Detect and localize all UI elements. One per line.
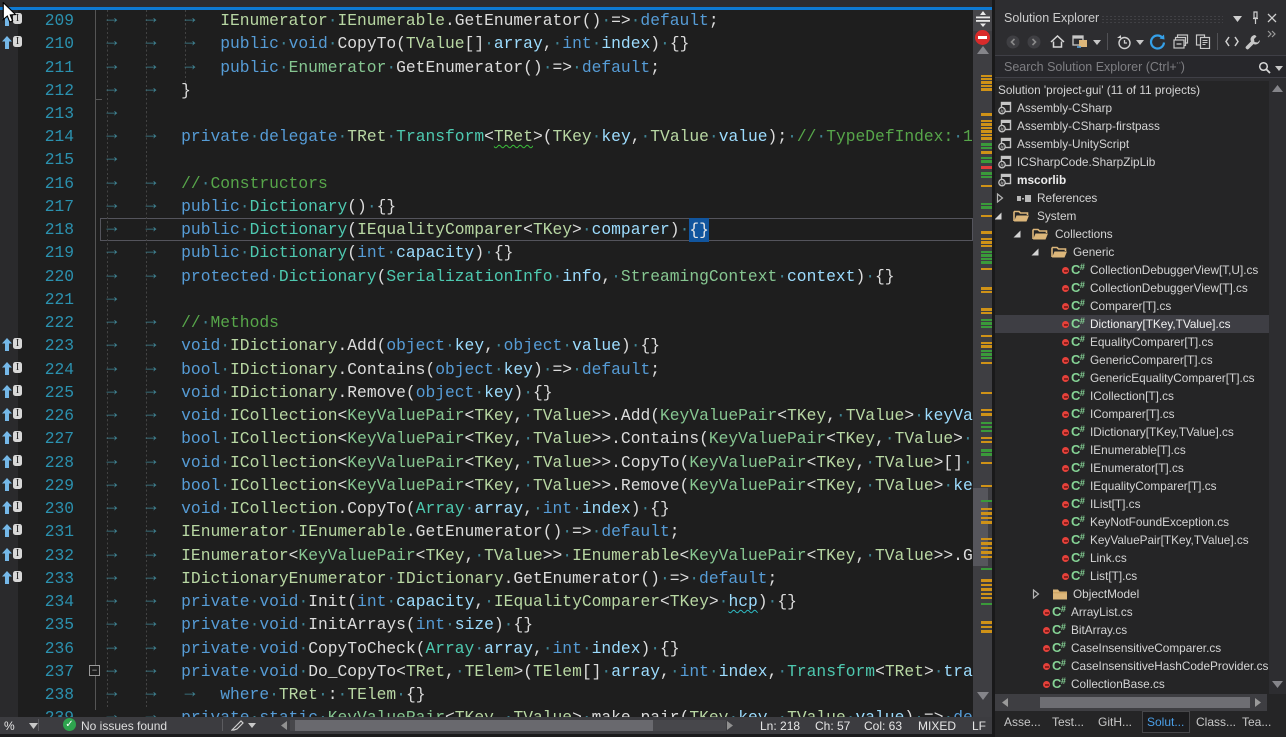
svg-text:#: #	[1000, 126, 1004, 133]
svg-text:#: #	[1000, 144, 1004, 151]
svg-text:#: #	[1000, 108, 1004, 115]
svg-text:#: #	[1000, 180, 1004, 187]
svg-text:#: #	[1000, 162, 1004, 169]
